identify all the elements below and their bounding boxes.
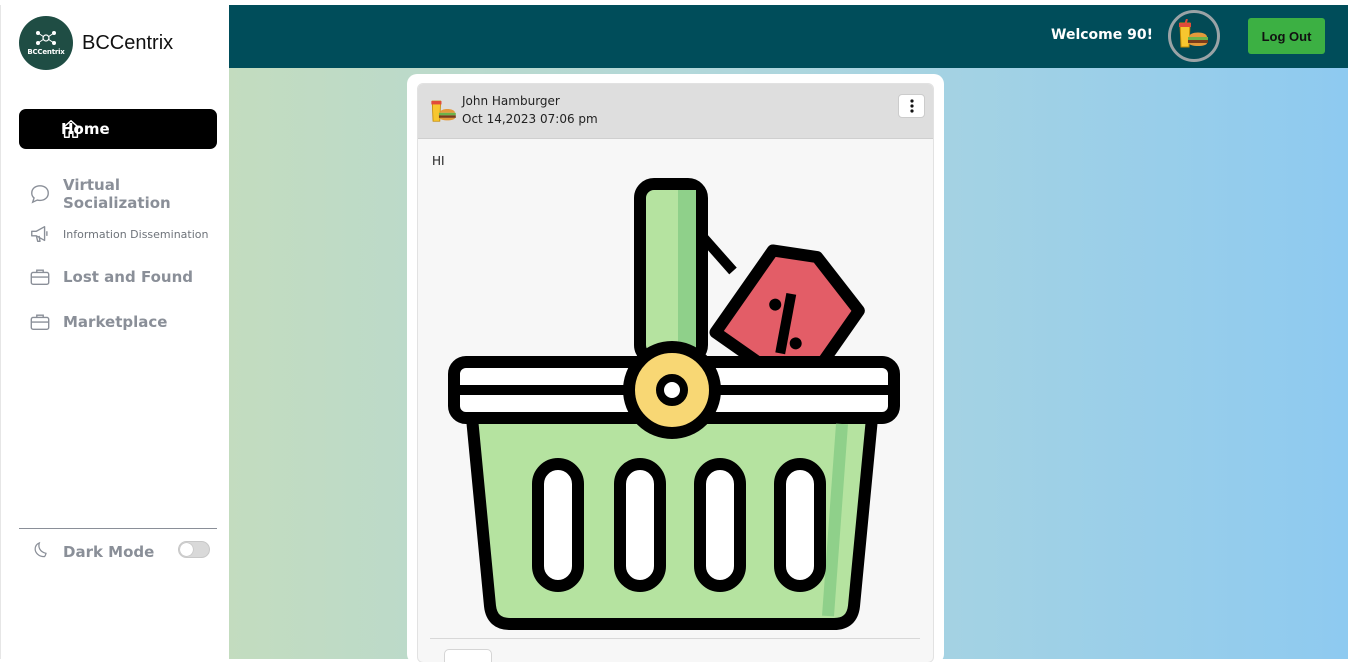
post-date: Oct 14,2023 07:06 pm [462,112,598,126]
dark-mode-label: Dark Mode [63,543,155,561]
shopping-basket-icon[interactable] [448,176,908,632]
network-icon [36,31,56,45]
sidebar-item-label: Marketplace [63,313,168,331]
like-button[interactable] [444,649,492,662]
sidebar-item-lost-and-found[interactable]: Lost and Found [29,266,193,288]
post-container: John Hamburger Oct 14,2023 07:06 pm HI [417,83,934,662]
user-avatar[interactable] [1168,10,1220,62]
post-footer-divider [430,638,920,639]
post-card: John Hamburger Oct 14,2023 07:06 pm HI [407,74,944,662]
brand[interactable]: BCCentrix BCCentrix [19,16,173,70]
sidebar-item-home[interactable]: Home [19,109,217,149]
dark-mode-toggle[interactable] [178,541,210,558]
sidebar: BCCentrix BCCentrix Home Virtual Sociali… [0,5,229,659]
moon-icon [31,540,51,564]
home-icon [62,120,80,138]
sidebar-item-information-dissemination[interactable]: Information Dissemination [29,223,208,245]
sidebar-item-virtual-socialization[interactable]: Virtual Socialization [29,176,229,212]
kebab-menu-icon [909,99,914,113]
sidebar-divider [19,528,217,529]
megaphone-icon [29,223,51,245]
author-avatar[interactable] [428,96,460,128]
post-header: John Hamburger Oct 14,2023 07:06 pm [418,84,933,139]
logout-button[interactable]: Log Out [1248,18,1325,54]
sidebar-item-label: Lost and Found [63,268,193,286]
toggle-knob [180,543,193,556]
sidebar-item-label: Information Dissemination [63,227,209,241]
top-bar: Welcome 90! Log Out [229,5,1348,68]
post-text: HI [432,154,445,168]
brand-logo-text: BCCentrix [27,48,65,56]
sidebar-item-label: Virtual Socialization [63,176,171,212]
brand-name: BCCentrix [82,31,174,54]
brand-logo: BCCentrix [19,16,73,70]
chat-bubble-icon [29,183,51,205]
sidebar-item-marketplace[interactable]: Marketplace [29,311,167,333]
dark-mode-row: Dark Mode [31,540,154,564]
briefcase-icon [29,311,51,333]
briefcase-icon [29,266,51,288]
welcome-text: Welcome 90! [1051,27,1153,43]
fast-food-icon [1179,19,1208,48]
post-author[interactable]: John Hamburger [462,94,560,108]
post-menu-button[interactable] [898,94,925,118]
